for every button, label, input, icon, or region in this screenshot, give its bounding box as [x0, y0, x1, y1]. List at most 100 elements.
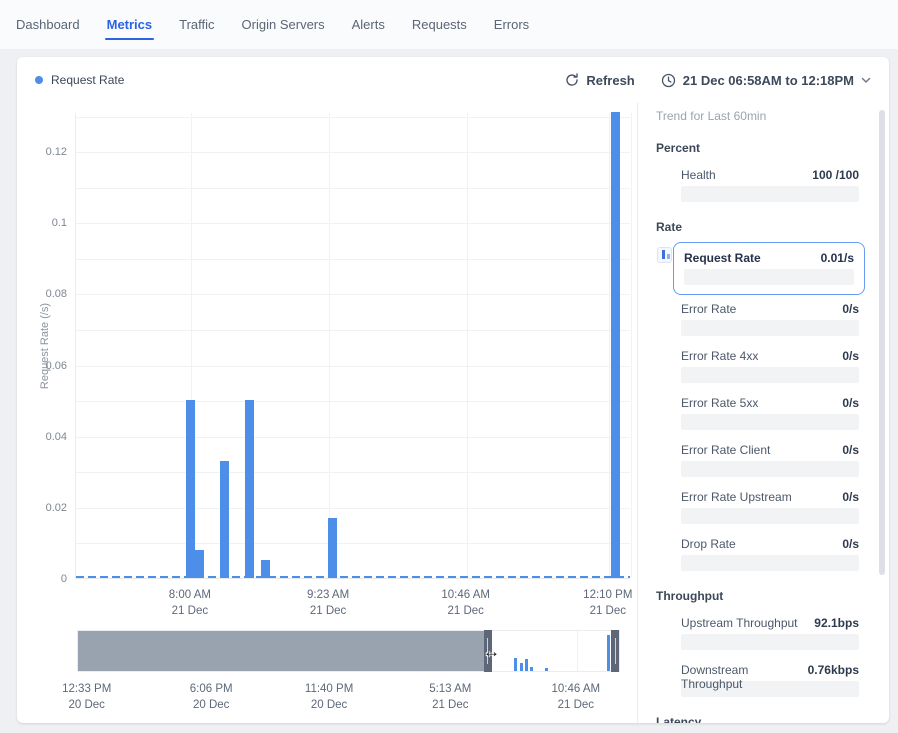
metric-value: 0.76kbps — [808, 663, 859, 677]
metric-value: 0.01/s — [821, 251, 854, 265]
metric-label: Error Rate 5xx — [681, 396, 758, 410]
request-rate-chart: Request Rate (/s) 00.020.040.060.080.10.… — [17, 103, 637, 723]
baseline-activity-bars — [76, 576, 630, 578]
metric-row: Error Rate 0/s — [681, 302, 859, 316]
metric-row: Error Rate 4xx0/s — [681, 349, 859, 363]
metric-item-upstream-throughput[interactable]: Upstream Throughput 92.1bps — [681, 616, 859, 650]
metric-item-error-rate-4xx[interactable]: Error Rate 4xx0/s — [681, 349, 859, 383]
x-axis-tick: 10:46 AM21 Dec — [441, 587, 490, 619]
metric-item-error-rate-client[interactable]: Error Rate Client 0/s — [681, 443, 859, 477]
refresh-button[interactable]: Refresh — [565, 73, 634, 88]
metric-value: 0/s — [842, 302, 859, 316]
h-gridline — [76, 294, 630, 295]
h-gridline — [76, 437, 630, 438]
chart-legend: Request Rate — [35, 73, 124, 87]
brush-bar — [530, 667, 533, 671]
plot-area: 00.020.040.060.080.10.12 — [75, 113, 630, 579]
trend-label: Trend for Last 60min — [656, 109, 889, 123]
y-axis-tick: 0.06 — [46, 360, 67, 372]
y-axis-label: Request Rate (/s) — [39, 171, 51, 521]
chart-bar — [261, 560, 270, 578]
metric-sparkline — [681, 634, 859, 650]
brush-axis-tick: 6:06 PM20 Dec — [190, 681, 233, 713]
metric-item-request-rate[interactable]: Request Rate 0.01/s — [673, 242, 865, 295]
metric-value: 92.1bps — [814, 616, 859, 630]
metric-item-health[interactable]: Health 100 /100 — [681, 168, 859, 202]
h-gridline — [76, 223, 630, 224]
metric-value: 100 /100 — [812, 168, 859, 182]
v-gridline — [329, 113, 330, 578]
metric-label: Drop Rate — [681, 537, 736, 551]
y-axis-tick: 0 — [61, 573, 67, 585]
metric-label: Error Rate Upstream — [681, 490, 792, 504]
metric-row: Error Rate Upstream 0/s — [681, 490, 859, 504]
top-nav: Dashboard Metrics Traffic Origin Servers Ale… — [0, 0, 898, 49]
chevron-down-icon — [861, 77, 871, 84]
metric-row: Drop Rate0/s — [681, 537, 859, 551]
tab-traffic[interactable]: Traffic — [179, 0, 214, 49]
metric-sparkline — [681, 461, 859, 477]
tab-requests[interactable]: Requests — [412, 0, 467, 49]
section-title-percent: Percent — [656, 141, 889, 155]
h-gridline — [76, 152, 630, 153]
brush-handle-right[interactable] — [611, 630, 619, 672]
chart-bar — [611, 112, 620, 578]
metric-item-drop-rate[interactable]: Drop Rate0/s — [681, 537, 859, 571]
metric-value: 0/s — [842, 490, 859, 504]
metric-row: Health 100 /100 — [681, 168, 859, 182]
brush-bar — [545, 668, 548, 671]
date-range-picker[interactable]: 21 Dec 06:58AM to 12:18PM — [661, 73, 871, 88]
h-gridline — [76, 259, 630, 260]
x-axis-tick: 8:00 AM21 Dec — [169, 587, 211, 619]
metric-item-error-rate[interactable]: Error Rate 0/s — [681, 302, 859, 336]
metric-row: Request Rate 0.01/s — [684, 251, 854, 265]
h-gridline — [76, 472, 630, 473]
chart-bar — [245, 400, 254, 578]
bar-chart-icon — [657, 247, 672, 263]
brush-handle-left[interactable] — [484, 630, 492, 672]
section-title-latency: Latency — [656, 715, 889, 723]
brush-bar — [525, 659, 528, 671]
chart-bar — [220, 461, 229, 578]
metric-row: Upstream Throughput 92.1bps — [681, 616, 859, 630]
section-title-throughput: Throughput — [656, 589, 889, 603]
metric-label: Error Rate — [681, 302, 736, 316]
metric-sparkline — [681, 320, 859, 336]
sidebar-scrollbar[interactable] — [879, 110, 885, 575]
metric-item-error-rate-5xx[interactable]: Error Rate 5xx 0/s — [681, 396, 859, 430]
legend-label: Request Rate — [51, 73, 124, 87]
x-axis-tick: 12:10 PM21 Dec — [583, 587, 632, 619]
brush-bar — [514, 658, 517, 671]
metric-item-error-rate-upstream[interactable]: Error Rate Upstream 0/s — [681, 490, 859, 524]
metric-label: Request Rate — [684, 251, 761, 265]
metric-label: Health — [681, 168, 716, 182]
brush-gridline — [577, 631, 578, 671]
panel-header: Request Rate Refresh 21 Dec 06:58AM to 1… — [17, 57, 889, 103]
metric-label: Upstream Throughput — [681, 616, 798, 630]
metric-row: Error Rate Client 0/s — [681, 443, 859, 457]
brush-unselected-mask — [78, 631, 488, 671]
brush-axis-tick: 10:46 AM21 Dec — [552, 681, 601, 713]
tab-origin-servers[interactable]: Origin Servers — [242, 0, 325, 49]
chart-bar — [328, 518, 337, 579]
h-gridline — [76, 188, 630, 189]
metric-value: 0/s — [842, 396, 859, 410]
h-gridline — [76, 117, 630, 118]
metric-row: Error Rate 5xx 0/s — [681, 396, 859, 410]
metric-label: Error Rate Client — [681, 443, 770, 457]
metric-sparkline — [684, 269, 854, 285]
tab-dashboard[interactable]: Dashboard — [16, 0, 80, 49]
time-brush[interactable] — [77, 630, 620, 672]
brush-bar — [607, 635, 610, 671]
metric-label: Downstream Throughput — [681, 663, 808, 691]
y-axis-tick: 0.1 — [52, 217, 67, 229]
brush-bar — [520, 663, 523, 671]
tab-alerts[interactable]: Alerts — [352, 0, 385, 49]
metric-sparkline — [681, 367, 859, 383]
tab-metrics[interactable]: Metrics — [107, 0, 153, 49]
metric-value: 0/s — [842, 349, 859, 363]
metric-value: 0/s — [842, 443, 859, 457]
metric-item-downstream-throughput[interactable]: Downstream Throughput0.76kbps — [681, 663, 859, 697]
tab-errors[interactable]: Errors — [494, 0, 529, 49]
brush-axis-tick: 5:13 AM21 Dec — [429, 681, 471, 713]
